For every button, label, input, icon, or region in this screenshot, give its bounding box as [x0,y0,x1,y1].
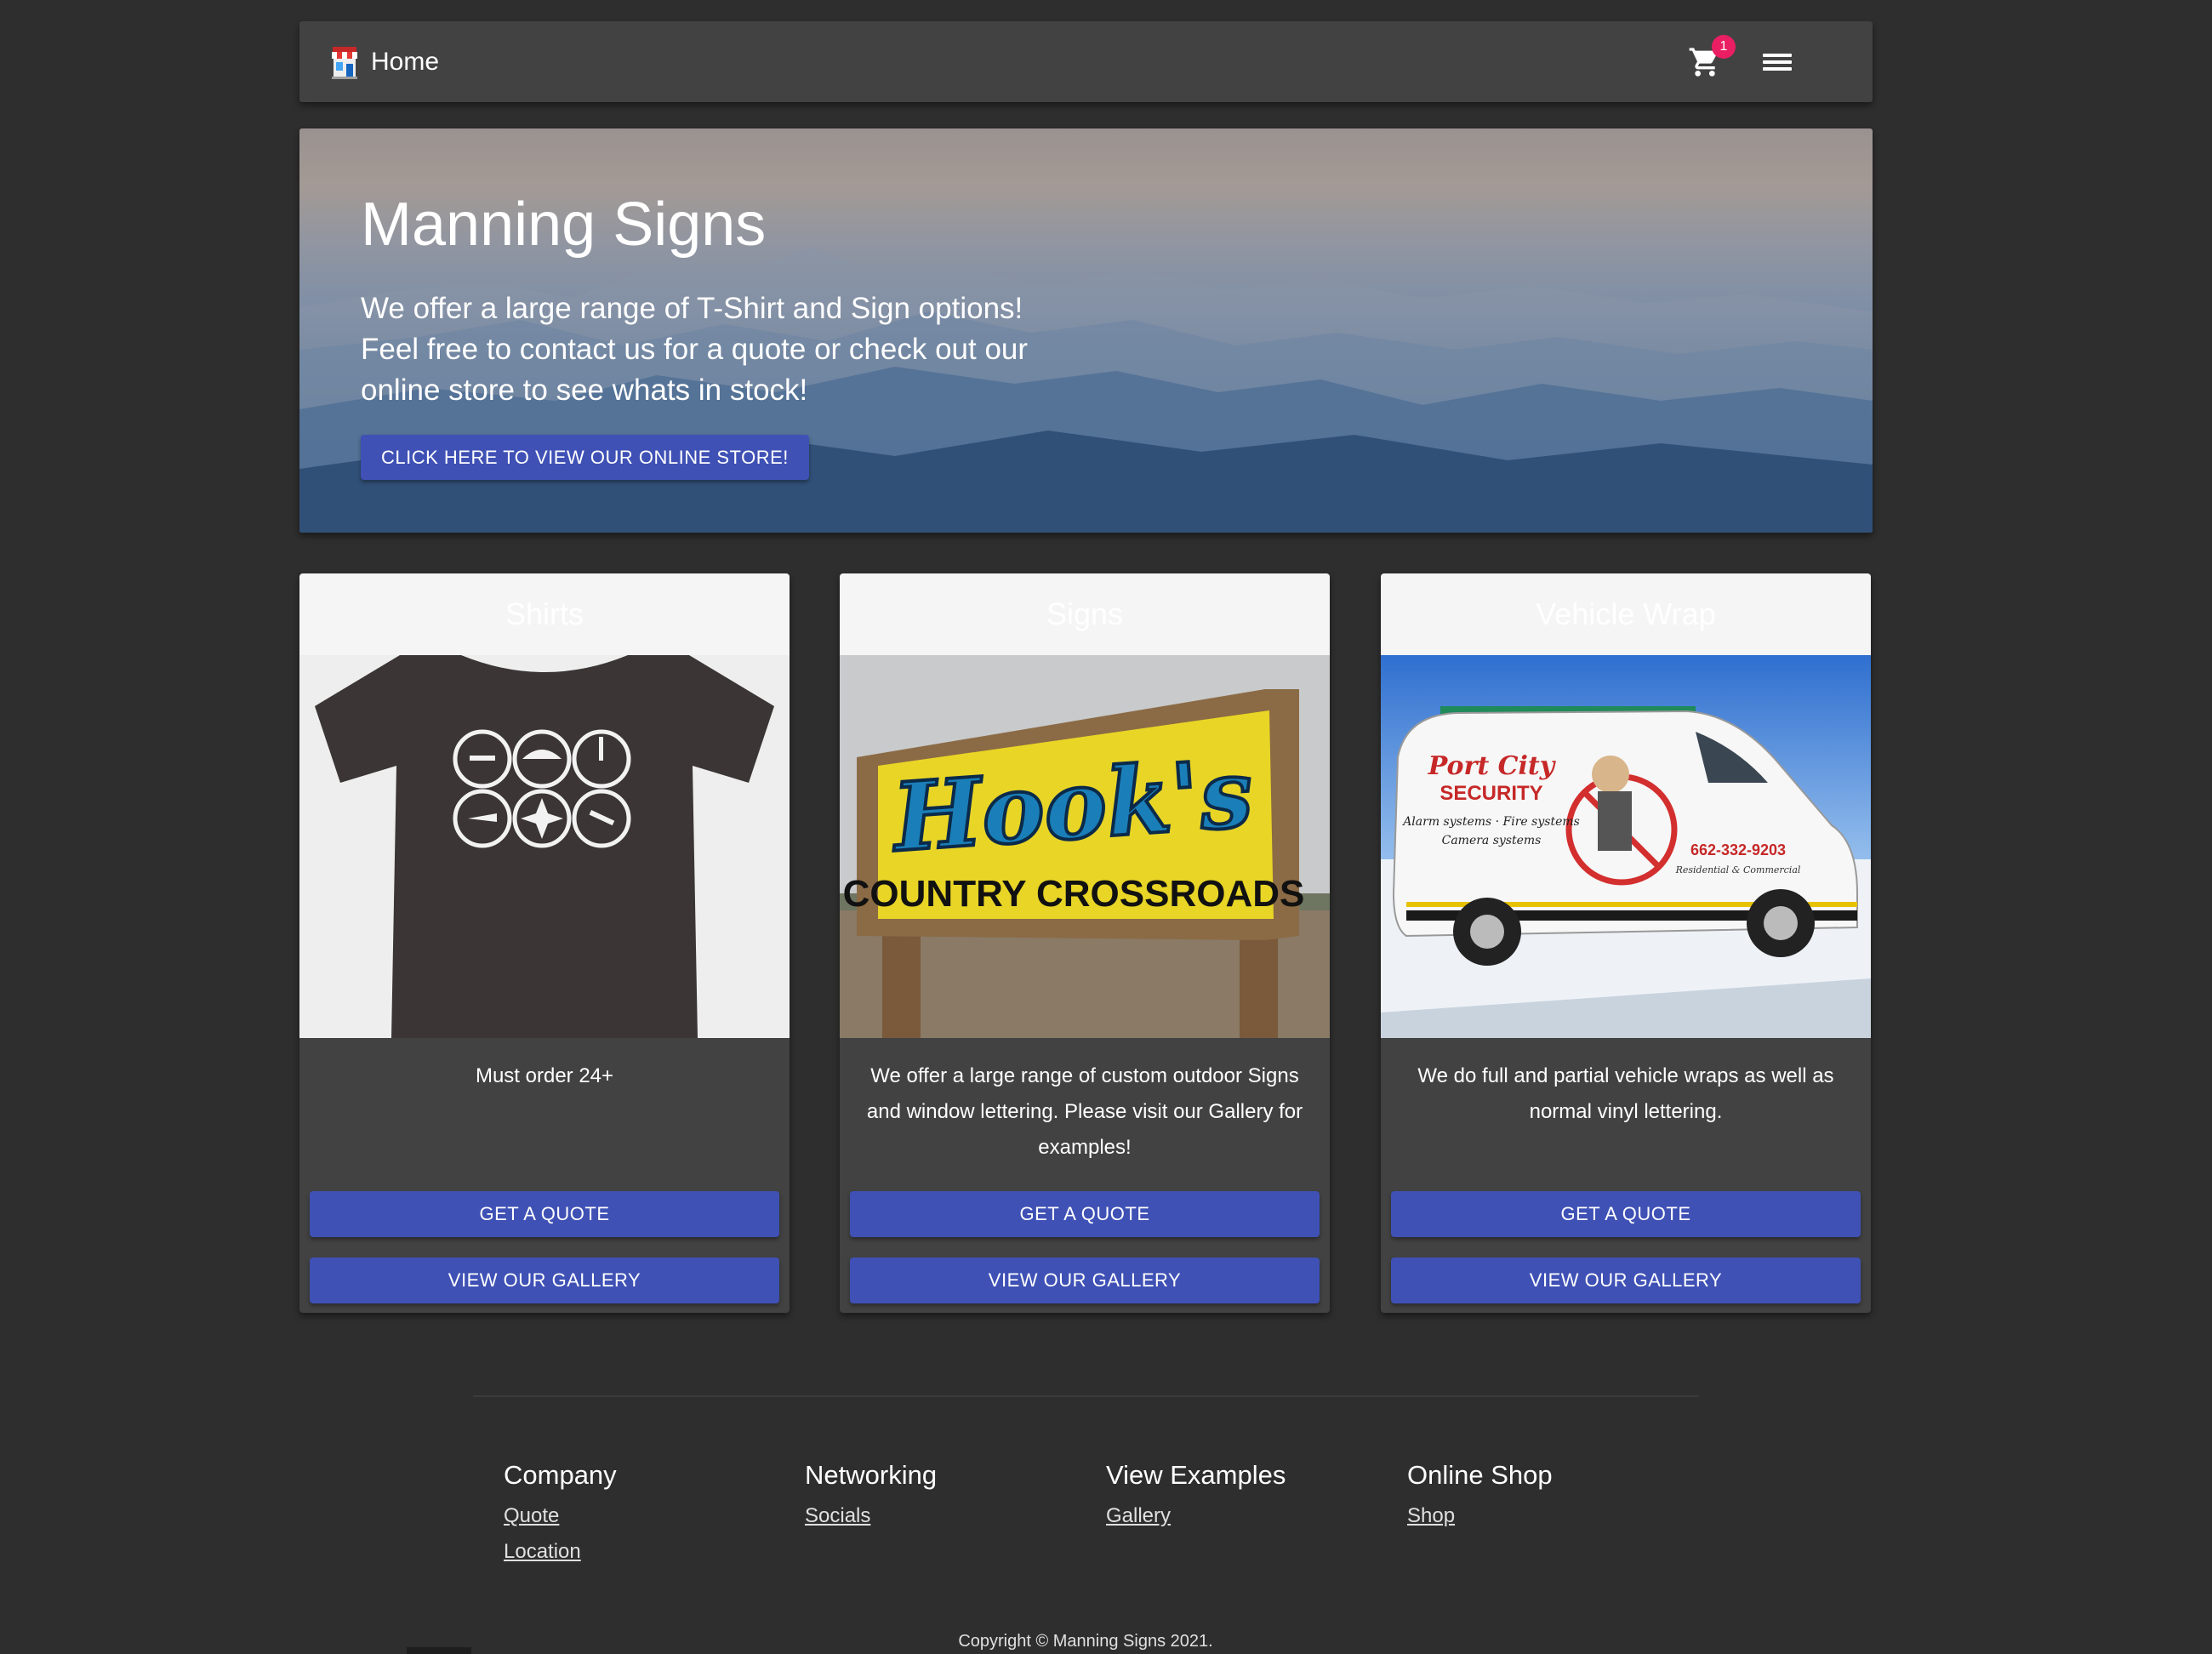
online-store-button[interactable]: CLICK HERE TO VIEW OUR ONLINE STORE! [361,435,809,480]
sign-subtitle-text: COUNTRY CROSSROADS [843,873,1305,915]
view-gallery-button[interactable]: VIEW OUR GALLERY [310,1258,779,1303]
card-description: We do full and partial vehicle wraps as … [1417,1064,1834,1123]
hero-banner: Manning Signs We offer a large range of … [299,128,1873,533]
hero-title: Manning Signs [361,191,767,259]
van-brand-line-1: Port City [1428,751,1557,781]
footer-heading: Company [504,1460,617,1490]
footer-heading: View Examples [1106,1460,1286,1490]
van-services-line-1: Alarm systems · Fire systems [1401,815,1580,829]
navbar: Home 1 [299,21,1873,102]
footer-link-shop[interactable]: Shop [1407,1504,1553,1528]
footer-link-location[interactable]: Location [504,1540,617,1564]
hamburger-menu-icon[interactable] [1763,51,1792,73]
footer-heading: Networking [805,1460,938,1490]
card-title: Shirts [299,573,790,655]
brand-label: Home [371,47,440,76]
footer-column-networking: Networking Socials [805,1460,937,1540]
scrollbar-thumb[interactable] [407,1647,471,1654]
get-quote-button[interactable]: GET A QUOTE [310,1191,779,1237]
card-description: Must order 24+ [475,1064,614,1087]
van-brand-line-2: SECURITY [1440,782,1542,805]
footer-heading: Online Shop [1407,1460,1553,1490]
hero-description: We offer a large range of T-Shirt and Si… [361,292,1029,407]
footer-link-gallery[interactable]: Gallery [1106,1504,1286,1528]
shirts-card: Shirts Must order 24+ GET A QUOTE VIEW O… [299,573,790,1313]
card-title: Signs [840,573,1330,655]
cart-count-badge: 1 [1712,34,1736,59]
view-gallery-button[interactable]: VIEW OUR GALLERY [850,1258,1320,1303]
sign-image: Hook's COUNTRY CROSSROADS [840,655,1330,1038]
cart-button[interactable]: 1 [1688,34,1736,79]
van-phone: 662-332-9203 [1690,841,1786,858]
card-description: We offer a large range of custom outdoor… [866,1064,1303,1159]
footer-divider [473,1395,1698,1397]
vehicle-wrap-card: Vehicle Wrap Port City SECURITY Alarm sy… [1381,573,1871,1313]
get-quote-button[interactable]: GET A QUOTE [850,1191,1320,1237]
footer-link-socials[interactable]: Socials [805,1504,937,1528]
footer-column-company: Company Quote Location [504,1460,617,1576]
view-gallery-button[interactable]: VIEW OUR GALLERY [1391,1258,1861,1303]
van-services-line-2: Camera systems [1442,834,1542,847]
footer-column-view-examples: View Examples Gallery [1106,1460,1286,1540]
van-tagline: Residential & Commercial [1675,864,1801,875]
storefront-icon [332,46,357,79]
signs-card: Signs Hook's COUNTRY CROSSROADS We offer… [840,573,1330,1313]
van-image: Port City SECURITY Alarm systems · Fire … [1381,655,1871,1038]
tshirt-image [299,655,790,1038]
footer-column-online-shop: Online Shop Shop [1407,1460,1553,1540]
card-title: Vehicle Wrap [1381,573,1871,655]
copyright-text: Copyright © Manning Signs 2021. [958,1632,1213,1651]
get-quote-button[interactable]: GET A QUOTE [1391,1191,1861,1237]
footer-link-quote[interactable]: Quote [504,1504,617,1528]
home-link[interactable]: Home [330,45,439,79]
